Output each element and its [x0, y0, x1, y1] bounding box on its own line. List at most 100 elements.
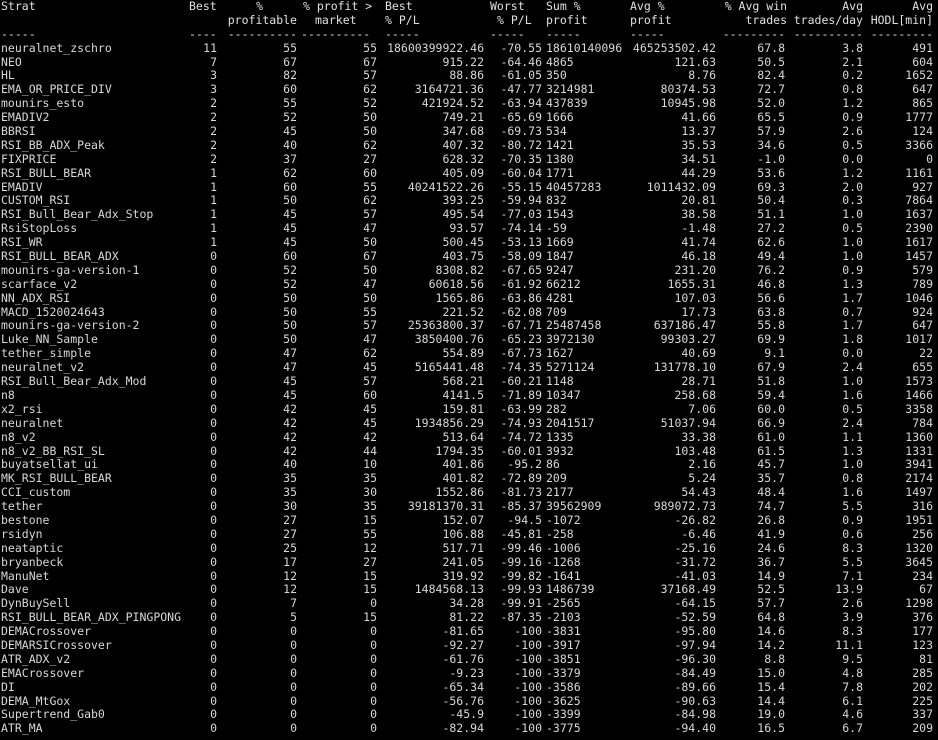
cell-sum-profit: 1335 — [546, 429, 574, 444]
cell-profit-vs-market: 44 — [363, 443, 377, 458]
table-row: scarface_v2 0 52 47 60618.56 -61.92 66212 1655.… — [1, 276, 938, 292]
cell-avg-trades-day: 1.1 — [842, 429, 863, 444]
header-sub-pct-profitable: profitable — [227, 12, 297, 27]
cell-best: 2 — [210, 151, 217, 166]
cell-avg-profit: 1655.31 — [667, 276, 716, 291]
cell-avg-hodl: 1046 — [905, 290, 933, 305]
cell-avg-trades-day: 0.9 — [842, 262, 863, 277]
cell-avg-win-trades: 50.5 — [757, 54, 785, 69]
cell-worst-pl: -99.91 — [500, 596, 542, 611]
cell-strat: EMADIV2 — [1, 110, 50, 125]
header-best: Best — [189, 0, 217, 13]
header-sep-avg-win-trades: --------- — [722, 26, 785, 41]
cell-best-pl: 34.28 — [449, 596, 484, 611]
cell-avg-hodl: 234 — [912, 568, 933, 583]
cell-best-pl: 39181370.31 — [407, 499, 484, 514]
cell-pct-profitable: 5 — [290, 610, 297, 625]
header-sub-avg-hodl: HODL[min] — [870, 12, 933, 27]
cell-avg-hodl: 225 — [912, 693, 933, 708]
cell-worst-pl: -65.23 — [500, 332, 542, 347]
table-row: EMACrossover 0 0 0 -9.23 -100 -3379 -84.49 15.0 4… — [1, 666, 938, 681]
cell-avg-hodl: 124 — [912, 124, 933, 139]
cell-avg-hodl: 927 — [912, 179, 933, 194]
cell-avg-trades-day: 2.0 — [842, 179, 863, 194]
table-row: n8 0 45 60 4141.5 -71.89 10347 258.68 59.4 1.6 146… — [1, 387, 938, 403]
cell-avg-hodl: 655 — [912, 360, 933, 375]
cell-sum-profit: 1421 — [546, 137, 574, 152]
cell-profit-vs-market: 57 — [363, 68, 377, 83]
cell-sum-profit: 282 — [546, 401, 567, 416]
cell-profit-vs-market: 62 — [363, 137, 377, 152]
cell-best-pl: -82.94 — [442, 721, 484, 736]
cell-avg-win-trades: 76.2 — [757, 262, 785, 277]
cell-best-pl: 554.89 — [442, 346, 484, 361]
cell-avg-profit: 80374.53 — [660, 82, 716, 97]
cell-best-pl: 4141.5 — [442, 387, 484, 402]
table-row: x2_rsi 0 42 45 159.81 -63.99 282 7.06 60.0 0.5 335… — [1, 401, 938, 417]
cell-profit-vs-market: 55 — [363, 40, 377, 55]
cell-best: 11 — [203, 40, 217, 55]
cell-worst-pl: -100 — [514, 679, 542, 694]
cell-best-pl: 421924.52 — [421, 96, 484, 111]
cell-avg-win-trades: 45.7 — [757, 457, 785, 472]
cell-avg-win-trades: 9.1 — [764, 346, 785, 361]
cell-strat: DynBuySell — [1, 596, 71, 611]
cell-best-pl: 3164721.36 — [414, 82, 484, 97]
cell-avg-win-trades: 51.8 — [757, 374, 785, 389]
cell-avg-win-trades: 19.0 — [757, 707, 785, 722]
cell-pct-profitable: 35 — [283, 471, 297, 486]
cell-avg-profit: -84.98 — [674, 707, 716, 722]
cell-profit-vs-market: 52 — [363, 96, 377, 111]
cell-sum-profit: 1380 — [546, 151, 574, 166]
cell-worst-pl: -100 — [514, 637, 542, 652]
cell-avg-profit: 131778.10 — [653, 360, 716, 375]
cell-profit-vs-market: 50 — [363, 290, 377, 305]
cell-strat: NEO — [1, 54, 22, 69]
cell-pct-profitable: 45 — [283, 124, 297, 139]
cell-avg-hodl: 579 — [912, 262, 933, 277]
cell-best-pl: 88.86 — [449, 68, 484, 83]
cell-worst-pl: -100 — [514, 651, 542, 666]
cell-sum-profit: -3625 — [546, 693, 581, 708]
table-row: ManuNet 0 12 15 319.92 -99.82 -1641 -41.03 14.9 7… — [1, 568, 938, 584]
cell-avg-profit: 99303.27 — [660, 332, 716, 347]
header-sub-avg-trades-day: trades/day — [793, 12, 863, 27]
cell-best: 0 — [210, 387, 217, 402]
cell-sum-profit: 3214981 — [546, 82, 595, 97]
cell-avg-trades-day: 0.9 — [842, 512, 863, 527]
header-sep-worst-pl: ----- — [490, 26, 525, 41]
cell-strat: FIXPRICE — [1, 151, 57, 166]
cell-avg-profit: -41.03 — [674, 568, 716, 583]
cell-best-pl: 18600399922.46 — [387, 40, 484, 55]
cell-best: 0 — [210, 637, 217, 652]
table-row: HL 3 82 57 88.86 -61.05 350 8.76 82.4 0.2 1652 — [1, 69, 938, 83]
cell-avg-profit: 40.69 — [681, 346, 716, 361]
table-row: DEMACrossover 0 0 0 -81.65 -100 -3831 -95.80 14.… — [1, 624, 938, 639]
cell-sum-profit: 1669 — [546, 235, 574, 250]
cell-best: 0 — [210, 415, 217, 430]
cell-avg-trades-day: 1.0 — [842, 235, 863, 250]
cell-avg-profit: 33.38 — [681, 429, 716, 444]
cell-worst-pl: -100 — [514, 707, 542, 722]
cell-avg-trades-day: 2.1 — [842, 54, 863, 69]
cell-strat: DEMACrossover — [1, 624, 92, 639]
cell-sum-profit: -1641 — [546, 568, 581, 583]
cell-profit-vs-market: 15 — [363, 512, 377, 527]
cell-avg-hodl: 3941 — [905, 457, 933, 472]
cell-worst-pl: -58.09 — [500, 249, 542, 264]
table-row: NN_ADX_RSI 0 50 50 1565.86 -63.86 4281 107.03 56… — [1, 290, 938, 306]
table-row: bryanbeck 0 17 27 241.05 -99.16 -1268 -31.72 36.… — [1, 555, 938, 570]
cell-avg-profit: -6.46 — [681, 526, 716, 541]
cell-best: 0 — [210, 443, 217, 458]
header-sep-pct-profitable: ---------- — [227, 26, 297, 41]
cell-worst-pl: -87.35 — [500, 610, 542, 625]
cell-worst-pl: -95.2 — [507, 457, 542, 472]
cell-avg-trades-day: 7.1 — [842, 568, 863, 583]
cell-avg-hodl: 3358 — [905, 401, 933, 416]
cell-avg-trades-day: 1.2 — [842, 96, 863, 111]
cell-best-pl: 1934856.29 — [414, 415, 484, 430]
cell-strat: RSI_BB_ADX_Peak — [1, 137, 105, 152]
cell-profit-vs-market: 0 — [370, 707, 377, 722]
cell-best-pl: 500.45 — [442, 235, 484, 250]
cell-sum-profit: 1486739 — [546, 582, 595, 597]
